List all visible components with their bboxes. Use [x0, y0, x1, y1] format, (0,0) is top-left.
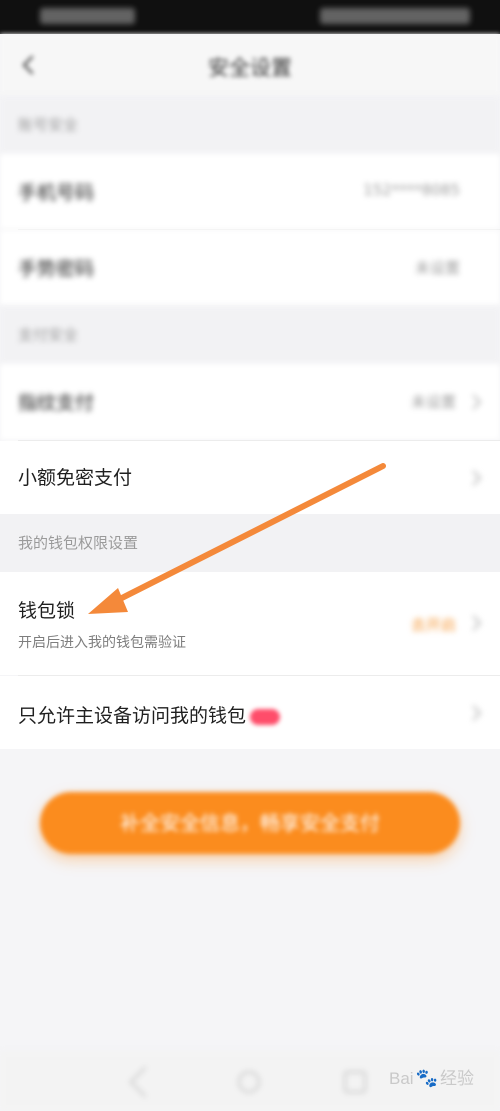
chevron-right-icon	[472, 394, 482, 410]
row-wallet-lock[interactable]: 钱包锁 开启后进入我的钱包需验证 去开启	[0, 572, 500, 675]
row-fingerprint-pay[interactable]: 指纹支付 未设置	[0, 364, 500, 440]
chevron-right-icon	[472, 470, 482, 486]
row-small-password-free-pay[interactable]: 小额免密支付	[0, 441, 500, 514]
section-header-pay: 支付安全	[0, 306, 500, 364]
row-main-device-only[interactable]: 只允许主设备访问我的钱包	[0, 676, 500, 749]
row-gesture-title: 手势密码	[18, 258, 95, 280]
baidu-jingyan-watermark: Bai 🐾 经验	[389, 1064, 474, 1089]
page-title: 安全设置	[208, 56, 292, 80]
row-phone-value: 152****8085	[363, 181, 460, 199]
wallet-lock-enable-link[interactable]: 去开启	[411, 614, 456, 635]
row-phone-number[interactable]: 手机号码 152****8085	[0, 154, 500, 229]
top-navigation-bar: 安全设置	[0, 34, 500, 96]
nav-recent-apps-icon[interactable]	[344, 1071, 366, 1093]
complete-security-info-button[interactable]: 补全安全信息，畅享安全支付	[40, 792, 460, 854]
watermark-suffix: 经验	[440, 1069, 474, 1088]
row-small-pay-title: 小额免密支付	[18, 467, 133, 489]
row-gesture-password[interactable]: 手势密码 未设置	[0, 230, 500, 306]
chevron-right-icon	[472, 705, 482, 721]
status-right-info	[320, 8, 470, 24]
new-badge	[250, 708, 281, 725]
status-left-info	[40, 8, 135, 24]
section-header-wallet: 我的钱包权限设置	[0, 514, 500, 572]
status-bar	[0, 0, 500, 34]
row-wallet-lock-subtitle: 开启后进入我的钱包需验证	[18, 635, 186, 651]
row-fingerprint-title: 指纹支付	[18, 392, 95, 414]
row-gesture-value: 未设置	[414, 259, 460, 277]
paw-icon: 🐾	[415, 1068, 438, 1088]
row-phone-title: 手机号码	[18, 182, 95, 204]
row-main-device-label: 只允许主设备访问我的钱包	[18, 705, 247, 727]
row-fingerprint-value: 未设置	[410, 393, 456, 411]
nav-back-icon[interactable]	[129, 1066, 161, 1098]
nav-home-icon[interactable]	[238, 1071, 260, 1093]
row-main-device-title: 只允许主设备访问我的钱包	[18, 701, 281, 728]
section-header-account: 账号安全	[0, 96, 500, 154]
chevron-right-icon	[472, 615, 482, 631]
watermark-brand: Bai	[389, 1069, 414, 1088]
row-wallet-lock-title: 钱包锁	[18, 600, 76, 622]
